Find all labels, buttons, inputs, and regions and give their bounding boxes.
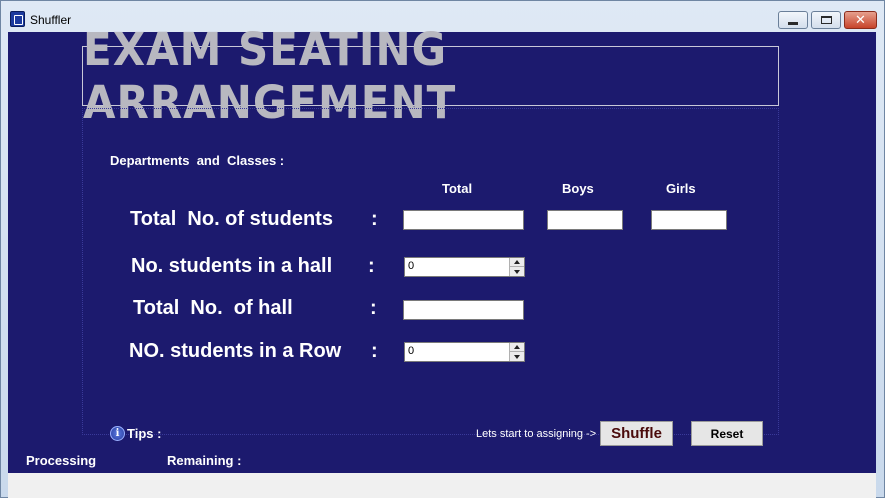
maximize-button[interactable]: [811, 11, 841, 29]
total-students-colon: :: [371, 208, 378, 230]
title-banner: Exam Seating Arrangement: [82, 23, 779, 129]
chevron-up-icon: [514, 345, 520, 349]
minimize-button[interactable]: [778, 11, 808, 29]
chevron-down-icon: [514, 354, 520, 359]
close-button[interactable]: ✕: [844, 11, 877, 29]
close-icon: ✕: [855, 12, 866, 28]
chevron-up-icon: [514, 260, 520, 264]
tips-label: Tips :: [127, 426, 162, 441]
minimize-icon: [788, 21, 798, 25]
window-title: Shuffler: [30, 13, 72, 27]
students-in-hall-colon: :: [368, 255, 375, 277]
students-in-row-stepper[interactable]: 0: [404, 342, 525, 362]
students-in-row-label: NO. students in a Row: [129, 340, 342, 362]
girls-input[interactable]: [651, 210, 727, 230]
stepper-down-button[interactable]: [510, 352, 524, 361]
reset-button[interactable]: Reset: [691, 421, 763, 446]
total-halls-label: Total No. of hall: [133, 297, 293, 319]
column-header-total: Total: [442, 181, 473, 196]
remaining-label: Remaining :: [167, 453, 242, 468]
stepper-arrows: [509, 343, 524, 361]
app-icon[interactable]: [10, 11, 25, 27]
info-icon[interactable]: i: [110, 426, 125, 441]
total-halls-input[interactable]: [403, 300, 524, 320]
students-in-hall-label: No. students in a hall: [131, 255, 333, 277]
processing-label: Processing: [26, 453, 97, 468]
stepper-up-button[interactable]: [510, 343, 524, 352]
status-strip: [8, 473, 876, 498]
column-header-boys: Boys: [562, 181, 594, 196]
stepper-arrows: [509, 258, 524, 276]
students-in-hall-value: 0: [408, 260, 415, 272]
total-students-input[interactable]: [403, 210, 524, 230]
stepper-up-button[interactable]: [510, 258, 524, 267]
total-halls-colon: :: [370, 297, 377, 319]
stepper-down-button[interactable]: [510, 267, 524, 276]
maximize-icon: [820, 16, 832, 24]
column-header-girls: Girls: [666, 181, 696, 196]
chevron-down-icon: [514, 269, 520, 274]
students-in-row-value: 0: [408, 345, 415, 357]
shuffle-button[interactable]: Shuffle: [600, 421, 673, 446]
students-in-row-colon: :: [371, 340, 378, 362]
students-in-hall-stepper[interactable]: 0: [404, 257, 525, 277]
boys-input[interactable]: [547, 210, 623, 230]
start-prompt: Lets start to assigning ->: [476, 428, 597, 440]
section-label: Departments and Classes :: [110, 153, 285, 168]
total-students-label: Total No. of students: [130, 208, 333, 230]
